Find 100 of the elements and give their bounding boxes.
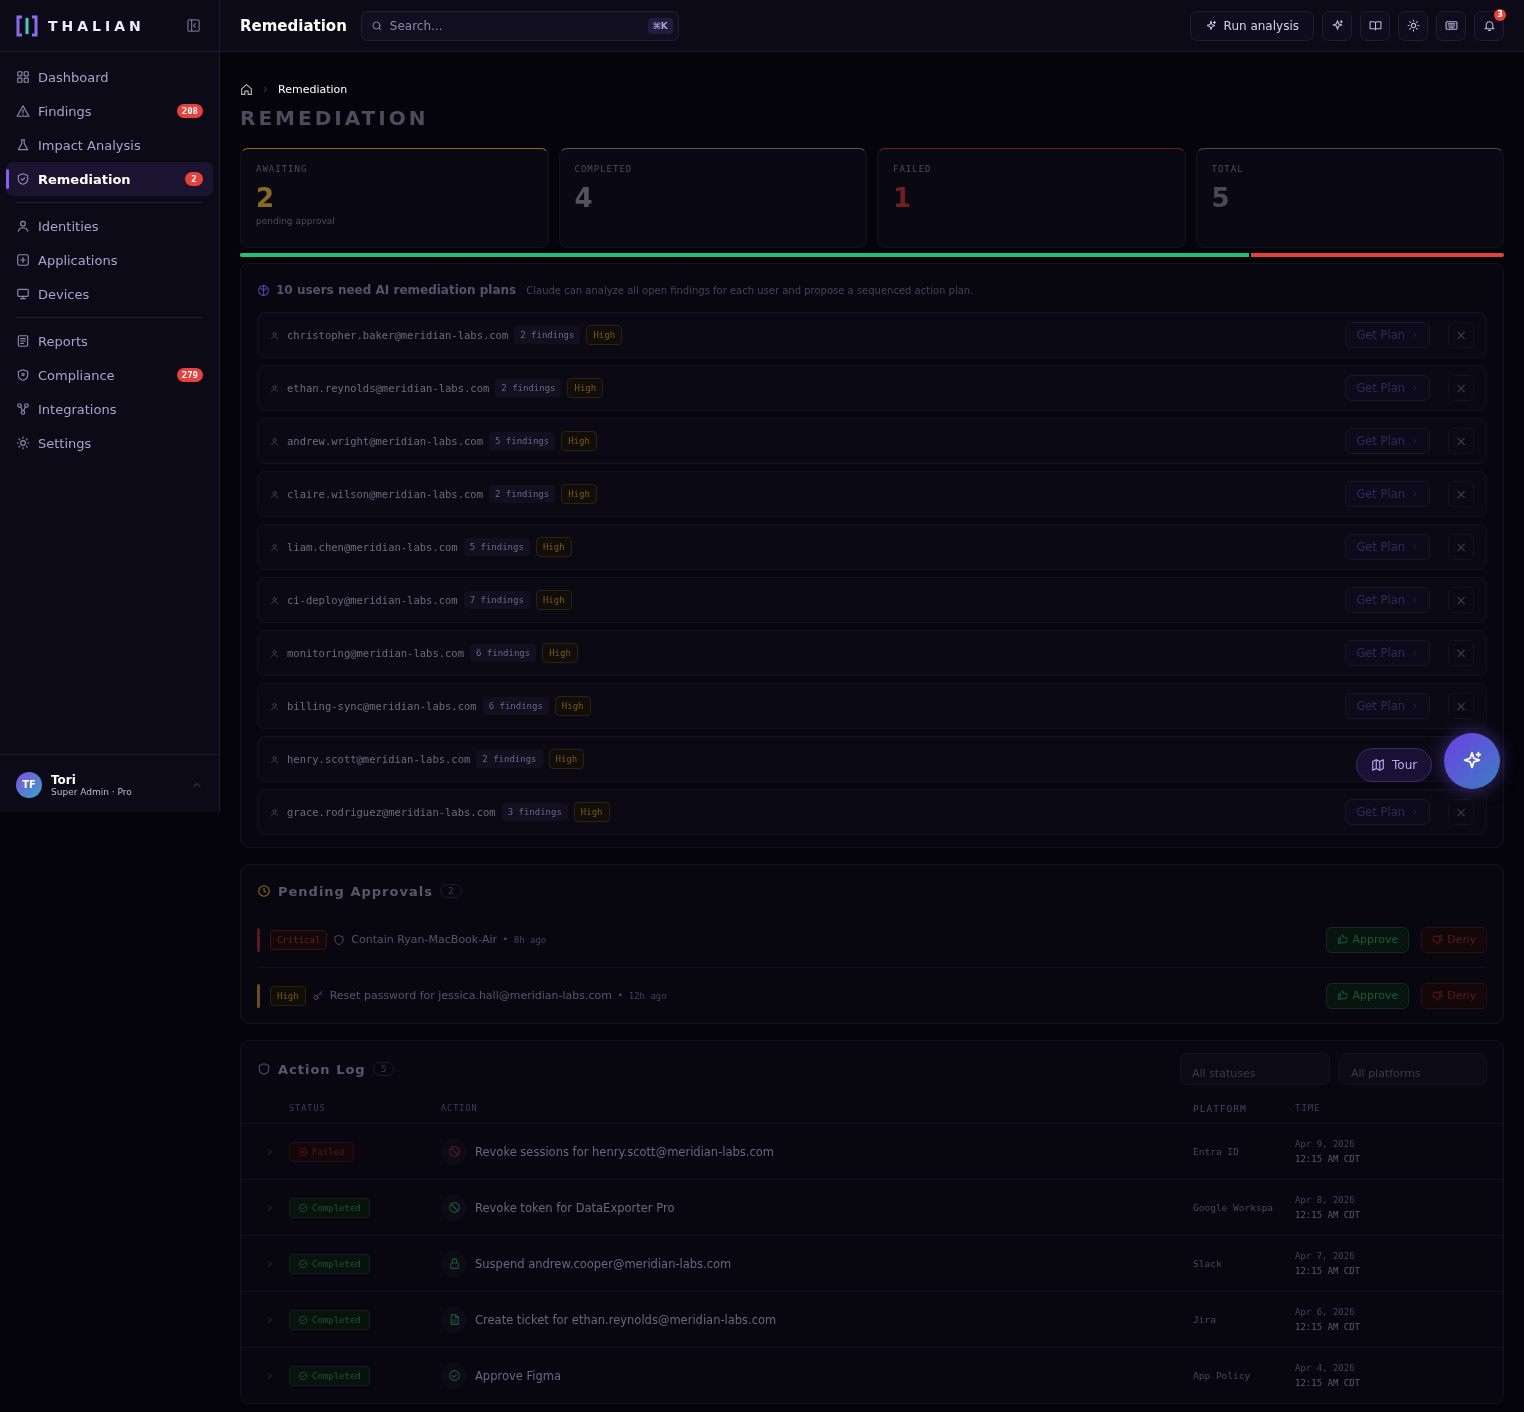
run-analysis-button[interactable]: Run analysis — [1189, 10, 1314, 41]
time-text: 12:15 AM CDT — [1295, 1378, 1362, 1388]
count-badge: 208 — [176, 104, 203, 118]
approve-button[interactable]: Approve — [1326, 982, 1410, 1009]
thumbs-down-icon — [1432, 990, 1444, 1001]
docs-button[interactable] — [1360, 10, 1390, 41]
dismiss-button[interactable]: × — [1448, 428, 1474, 454]
ai-button[interactable] — [1322, 10, 1352, 41]
grid-icon — [16, 70, 30, 84]
chevron-right-icon — [265, 1258, 275, 1269]
column-header: STATUS — [289, 1103, 327, 1113]
severity-tag: Critical — [270, 929, 328, 950]
severity-tag: High — [535, 590, 572, 610]
nav-item[interactable]: Dashboard — [6, 60, 213, 94]
action-text: Revoke token for DataExporter Pro — [475, 1200, 675, 1215]
dismiss-button[interactable]: × — [1448, 640, 1474, 666]
dismiss-button[interactable]: × — [1448, 799, 1474, 825]
page-heading: Remediation — [240, 16, 347, 35]
chevron-right-icon — [265, 1314, 275, 1325]
filter-dropdown[interactable]: All platforms — [1339, 1053, 1487, 1085]
page-title: REMEDIATION — [240, 106, 430, 130]
user-email: billing-sync@meridian-labs.com — [287, 700, 477, 712]
shortcuts-button[interactable] — [1436, 10, 1466, 41]
nav-item[interactable]: Identities — [6, 209, 213, 243]
dismiss-button[interactable]: × — [1448, 693, 1474, 719]
findings-count: 5 findings — [463, 538, 530, 556]
severity-tag: High — [567, 378, 604, 398]
column-header: PLATFORM — [1193, 1102, 1248, 1114]
sun-icon — [1406, 19, 1420, 32]
findings-count: 6 findings — [482, 697, 549, 715]
chevron-right-icon — [261, 84, 270, 94]
dismiss-button[interactable]: × — [1448, 587, 1474, 613]
get-plan-button[interactable]: Get Plan — [1345, 534, 1430, 560]
nav-item[interactable]: Settings — [6, 426, 213, 460]
shield-icon — [16, 172, 30, 186]
get-plan-button[interactable]: Get Plan — [1345, 375, 1430, 401]
panel-icon — [186, 18, 201, 33]
stat-label: AWAITING — [256, 164, 309, 174]
deny-button[interactable]: Deny — [1421, 982, 1487, 1009]
platform-cell-text: Google Workspa — [1193, 1202, 1275, 1213]
get-plan-button[interactable]: Get Plan — [1345, 693, 1430, 719]
card-subtitle: Claude can analyze all open findings for each user and propose a sequenced action plan. — [526, 284, 974, 296]
map-icon — [1371, 758, 1385, 772]
tour-button[interactable]: Tour — [1356, 748, 1433, 782]
platform-cell-text: App Policy — [1193, 1370, 1252, 1381]
brand-name: THALIAN — [48, 17, 146, 34]
dismiss-button[interactable]: × — [1448, 375, 1474, 401]
user-menu[interactable]: TF Tori Super Admin · Pro — [0, 754, 219, 812]
status-tag: Completed — [289, 1197, 370, 1218]
collapse-sidebar-button[interactable] — [184, 16, 203, 35]
stat-value: 1 — [893, 182, 913, 215]
nodes-icon — [16, 402, 30, 416]
nav-item[interactable]: Compliance 279 — [6, 358, 213, 392]
nav-item[interactable]: Integrations — [6, 392, 213, 426]
chevron-right-icon — [265, 1202, 275, 1213]
nav-item[interactable]: Findings 208 — [6, 94, 213, 128]
get-plan-button[interactable]: Get Plan — [1345, 587, 1430, 613]
nav-item[interactable]: Devices — [6, 277, 213, 311]
status-tag: Completed — [289, 1253, 370, 1274]
deny-button[interactable]: Deny — [1421, 926, 1487, 953]
notifications-button[interactable]: 3 — [1474, 10, 1504, 41]
nav-item[interactable]: Applications — [6, 243, 213, 277]
user-email: ci-deploy@meridian-labs.com — [287, 594, 458, 606]
get-plan-button[interactable]: Get Plan — [1345, 428, 1430, 454]
dismiss-button[interactable]: × — [1448, 481, 1474, 507]
check-circle-icon — [298, 1314, 308, 1325]
date-text: Apr 4, 2026 — [1295, 1363, 1356, 1373]
home-link[interactable] — [240, 82, 253, 96]
card-title: 10 users need AI remediation plans — [276, 283, 517, 297]
approve-button[interactable]: Approve — [1326, 926, 1410, 953]
dismiss-button[interactable]: × — [1448, 534, 1474, 560]
avatar: TF — [16, 771, 42, 798]
severity-tag: High — [573, 802, 610, 822]
dismiss-button[interactable]: × — [1448, 322, 1474, 348]
filter-dropdown[interactable]: All statuses — [1180, 1053, 1330, 1085]
chevron-right-icon — [1411, 808, 1419, 816]
chevron-right-icon — [265, 1370, 275, 1381]
time-text: 12:15 AM CDT — [1295, 1322, 1362, 1332]
date-text: Apr 9, 2026 — [1295, 1139, 1356, 1149]
platform-cell-text: Jira — [1193, 1314, 1217, 1325]
nav-item[interactable]: Reports — [6, 324, 213, 358]
approval-text: Reset password for jessica.hall@meridian-labs.com — [329, 989, 612, 1002]
get-plan-button[interactable]: Get Plan — [1345, 322, 1430, 348]
findings-count: 6 findings — [470, 644, 537, 662]
get-plan-button[interactable]: Get Plan — [1345, 481, 1430, 507]
card-title: Action Log — [278, 1061, 366, 1077]
user-icon — [270, 383, 279, 393]
get-plan-button[interactable]: Get Plan — [1345, 640, 1430, 666]
user-role: Super Admin · Pro — [51, 786, 133, 797]
time-text: 12:15 AM CDT — [1295, 1210, 1362, 1220]
warning-icon — [16, 104, 30, 118]
user-email: liam.chen@meridian-labs.com — [287, 541, 458, 553]
nav-item[interactable]: Impact Analysis — [6, 128, 213, 162]
lock-icon — [447, 1257, 461, 1270]
get-plan-button[interactable]: Get Plan — [1345, 799, 1430, 825]
theme-button[interactable] — [1398, 10, 1428, 41]
nav-item[interactable]: Remediation 2 — [6, 162, 213, 196]
monitor-icon — [16, 287, 30, 301]
action-text: Suspend andrew.cooper@meridian-labs.com — [475, 1256, 732, 1271]
user-email: claire.wilson@meridian-labs.com — [287, 488, 483, 500]
